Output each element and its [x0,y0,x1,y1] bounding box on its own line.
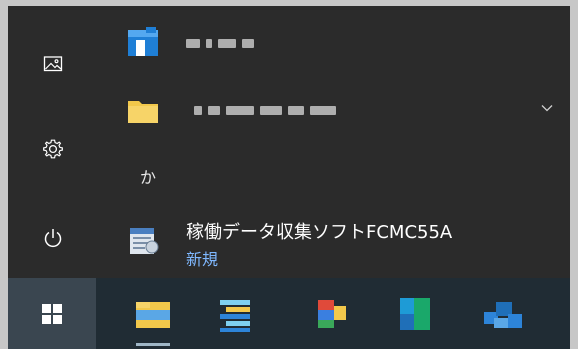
frame-border-left [0,0,8,349]
taskbar-app[interactable] [308,292,354,336]
app-name[interactable]: 稼働データ収集ソフトFCMC55A [186,218,452,244]
pictures-icon [43,56,63,72]
folder-name-redacted [194,103,336,117]
taskbar-app[interactable] [392,292,438,336]
start-menu: か 稼働データ収集ソフトFCMC55A 新規 [8,6,570,278]
gear-icon [43,139,63,159]
app-icon [318,300,346,328]
taskbar-file-explorer[interactable] [130,292,176,346]
app-list: か 稼働データ収集ソフトFCMC55A 新規 [98,6,570,278]
app-icon [130,228,159,254]
letter-header[interactable]: か [140,164,156,188]
pictures-button[interactable] [8,40,98,88]
app-icon [400,298,430,330]
start-menu-rail [8,6,98,278]
file-explorer-icon [136,302,170,328]
list-item[interactable] [98,16,570,70]
power-icon [44,229,62,248]
list-item[interactable] [98,83,570,137]
active-indicator [136,343,170,346]
new-badge: 新規 [186,250,219,269]
taskbar-app[interactable] [480,292,526,336]
app-icon [128,27,158,56]
chevron-down-icon[interactable] [540,101,554,115]
app-icon [484,302,522,328]
settings-button[interactable] [8,125,98,173]
start-button[interactable] [8,278,96,349]
window-frame: か 稼働データ収集ソフトFCMC55A 新規 [0,0,578,349]
app-icon [220,300,250,332]
frame-border-right [570,0,578,349]
taskbar-app[interactable] [212,292,258,336]
power-button[interactable] [8,214,98,262]
windows-logo-icon [42,303,62,324]
folder-icon [128,101,158,123]
app-name-redacted [186,36,254,50]
taskbar [8,278,570,349]
